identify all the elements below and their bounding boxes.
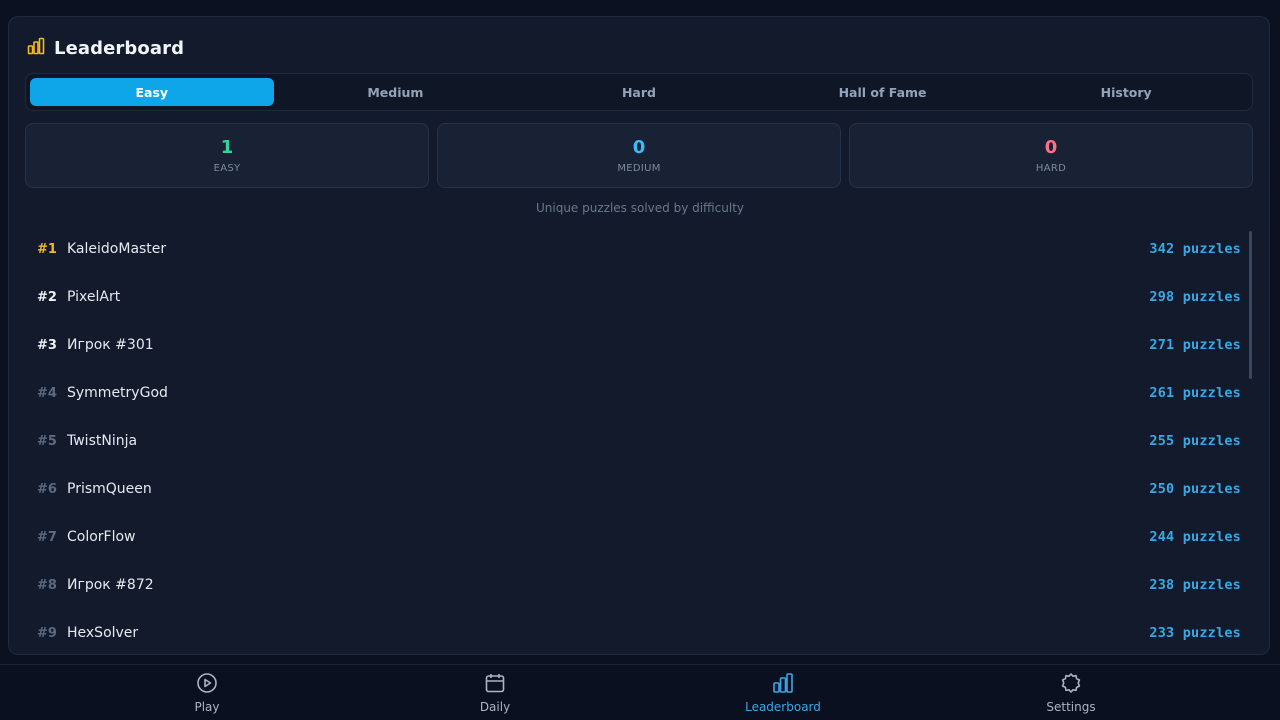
nav-play[interactable]: Play — [137, 665, 277, 720]
rank: #7 — [37, 529, 57, 545]
tab-easy[interactable]: Easy — [30, 78, 274, 106]
list-item[interactable]: #4 SymmetryGod 261 puzzles — [25, 369, 1241, 417]
score: 244 puzzles — [1149, 529, 1241, 545]
stat-value-hard: 0 — [1044, 137, 1058, 158]
rank: #1 — [37, 241, 57, 257]
rank: #3 — [37, 337, 57, 353]
rank: #9 — [37, 625, 57, 641]
page-header: Leaderboard — [27, 37, 184, 59]
nav-label-leaderboard: Leaderboard — [745, 700, 821, 714]
rank: #6 — [37, 481, 57, 497]
player-name: PixelArt — [67, 289, 121, 305]
list-item[interactable]: #2 PixelArt 298 puzzles — [25, 273, 1241, 321]
stat-card-hard: 0 HARD — [849, 123, 1253, 188]
difficulty-tabs: Easy Medium Hard Hall of Fame History — [25, 73, 1253, 111]
stat-card-medium: 0 MEDIUM — [437, 123, 841, 188]
gear-icon — [1060, 672, 1082, 700]
player-name: HexSolver — [67, 625, 139, 641]
list-item[interactable]: #9 HexSolver 233 puzzles — [25, 609, 1241, 654]
stats-caption: Unique puzzles solved by difficulty — [535, 201, 745, 215]
player-name: KaleidoMaster — [67, 241, 167, 257]
stat-label-hard: HARD — [1035, 163, 1067, 174]
rank: #5 — [37, 433, 57, 449]
player-name: PrismQueen — [67, 481, 152, 497]
tab-history[interactable]: History — [1004, 78, 1248, 106]
stat-label-medium: MEDIUM — [617, 163, 661, 174]
player-name: Игрок #872 — [67, 577, 154, 593]
list-item[interactable]: #5 TwistNinja 255 puzzles — [25, 417, 1241, 465]
nav-settings[interactable]: Settings — [1001, 665, 1141, 720]
list-scrollbar[interactable] — [1249, 231, 1252, 379]
score: 261 puzzles — [1149, 385, 1241, 401]
bottom-nav: Play Daily Leaderboard Settings — [0, 664, 1280, 720]
page-title: Leaderboard — [54, 37, 185, 59]
score: 250 puzzles — [1149, 481, 1241, 497]
tab-hall-of-fame[interactable]: Hall of Fame — [761, 78, 1005, 106]
stat-label-easy: EASY — [213, 163, 241, 174]
score: 255 puzzles — [1149, 433, 1241, 449]
stat-card-easy: 1 EASY — [25, 123, 429, 188]
player-name: TwistNinja — [67, 433, 138, 449]
nav-daily[interactable]: Daily — [425, 665, 565, 720]
score: 342 puzzles — [1149, 241, 1241, 257]
nav-label-settings: Settings — [1046, 700, 1096, 714]
stat-value-easy: 1 — [220, 137, 234, 158]
play-circle-icon — [196, 672, 218, 700]
nav-label-play: Play — [194, 700, 220, 714]
leaderboard-list: #1 KaleidoMaster 342 puzzles #2 PixelArt… — [25, 225, 1241, 654]
player-name: SymmetryGod — [67, 385, 168, 401]
rank: #4 — [37, 385, 57, 401]
list-item[interactable]: #6 PrismQueen 250 puzzles — [25, 465, 1241, 513]
score: 238 puzzles — [1149, 577, 1241, 593]
list-item[interactable]: #8 Игрок #872 238 puzzles — [25, 561, 1241, 609]
score: 233 puzzles — [1149, 625, 1241, 641]
nav-label-daily: Daily — [479, 700, 511, 714]
tab-hard[interactable]: Hard — [517, 78, 761, 106]
tab-medium[interactable]: Medium — [274, 78, 518, 106]
stat-value-medium: 0 — [632, 137, 646, 158]
list-item[interactable]: #3 Игрок #301 271 puzzles — [25, 321, 1241, 369]
bar-chart-icon — [27, 37, 45, 59]
list-item[interactable]: #7 ColorFlow 244 puzzles — [25, 513, 1241, 561]
leaderboard-panel: Leaderboard Easy Medium Hard Hall of Fam… — [8, 16, 1270, 655]
bar-chart-icon — [772, 672, 794, 700]
rank: #2 — [37, 289, 57, 305]
player-name: Игрок #301 — [67, 337, 154, 353]
list-item[interactable]: #1 KaleidoMaster 342 puzzles — [25, 225, 1241, 273]
score: 271 puzzles — [1149, 337, 1241, 353]
score: 298 puzzles — [1149, 289, 1241, 305]
calendar-icon — [484, 672, 506, 700]
player-name: ColorFlow — [67, 529, 136, 545]
rank: #8 — [37, 577, 57, 593]
stats-row: 1 EASY 0 MEDIUM 0 HARD — [25, 123, 1253, 188]
nav-leaderboard[interactable]: Leaderboard — [713, 665, 853, 720]
